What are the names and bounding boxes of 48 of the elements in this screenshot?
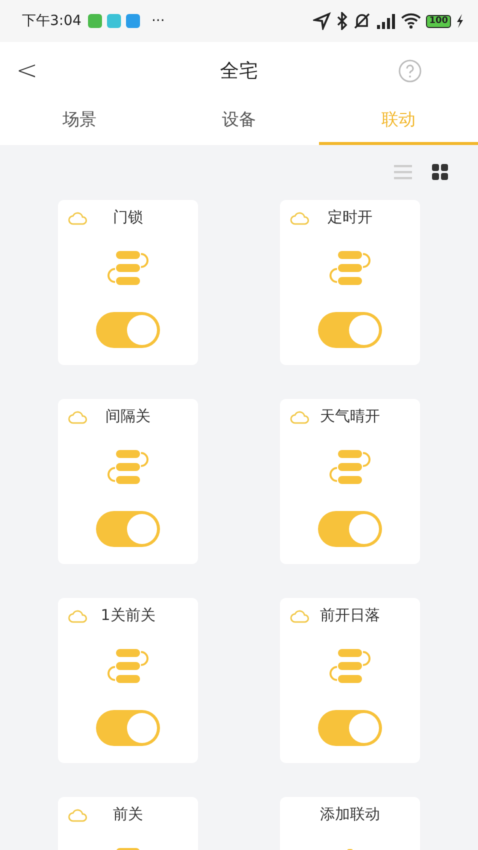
linkage-name: 前开日落 — [320, 606, 380, 626]
location-icon — [313, 12, 332, 30]
cloud-icon — [290, 609, 310, 623]
linkage-name: 间隔关 — [106, 407, 150, 427]
toggle-switch[interactable] — [96, 511, 160, 547]
linkage-name: 1关前关 — [100, 606, 156, 626]
linkage-card[interactable]: 间隔关 — [58, 399, 198, 564]
linkage-name: 门锁 — [113, 208, 143, 228]
cloud-icon — [68, 609, 88, 623]
bluetooth-icon — [336, 12, 348, 30]
wifi-icon — [401, 13, 422, 29]
app-notification-icon — [126, 14, 140, 28]
toggle-switch[interactable] — [318, 511, 382, 547]
muted-bell-icon — [353, 12, 372, 30]
toggle-switch[interactable] — [318, 312, 382, 348]
cloud-icon — [68, 808, 88, 822]
linkage-card[interactable]: 前开日落 — [280, 598, 420, 763]
linkage-name: 定时开 — [328, 208, 372, 228]
more-notifications-text: ··· — [151, 13, 165, 29]
app-notification-icon — [88, 14, 102, 28]
app-notification-icon — [107, 14, 122, 28]
list-view-icon[interactable] — [394, 164, 412, 180]
linkage-name: 天气晴开 — [320, 407, 380, 427]
cloud-icon — [68, 410, 88, 424]
linkage-card[interactable]: 1关前关 — [58, 598, 198, 763]
tab[interactable]: 场景 — [0, 100, 160, 145]
linkage-card[interactable]: 定时开 — [280, 200, 420, 365]
toggle-switch[interactable] — [96, 312, 160, 348]
tab[interactable]: 设备 — [159, 100, 319, 145]
cloud-icon — [290, 410, 310, 424]
toggle-switch[interactable] — [96, 710, 160, 746]
linkage-name: 前关 — [113, 805, 143, 825]
signal-icon — [376, 13, 396, 29]
back-button[interactable]: < — [16, 58, 38, 84]
linkage-name: 添加联动 — [320, 805, 380, 825]
cloud-icon — [290, 211, 310, 225]
help-icon[interactable] — [398, 59, 422, 83]
battery-icon: 100 — [426, 14, 451, 28]
linkage-card[interactable]: 天气晴开 — [280, 399, 420, 564]
linkage-card[interactable]: 门锁 — [58, 200, 198, 365]
linkage-card[interactable]: 前关 — [58, 797, 198, 850]
grid-view-icon[interactable] — [432, 164, 448, 180]
charging-icon — [456, 14, 464, 28]
status-time: 下午3:04 — [22, 12, 82, 30]
toggle-switch[interactable] — [318, 710, 382, 746]
linkage-card[interactable]: 添加联动 — [280, 797, 420, 850]
page-title: 全宅 — [220, 59, 258, 84]
cloud-icon — [68, 211, 88, 225]
